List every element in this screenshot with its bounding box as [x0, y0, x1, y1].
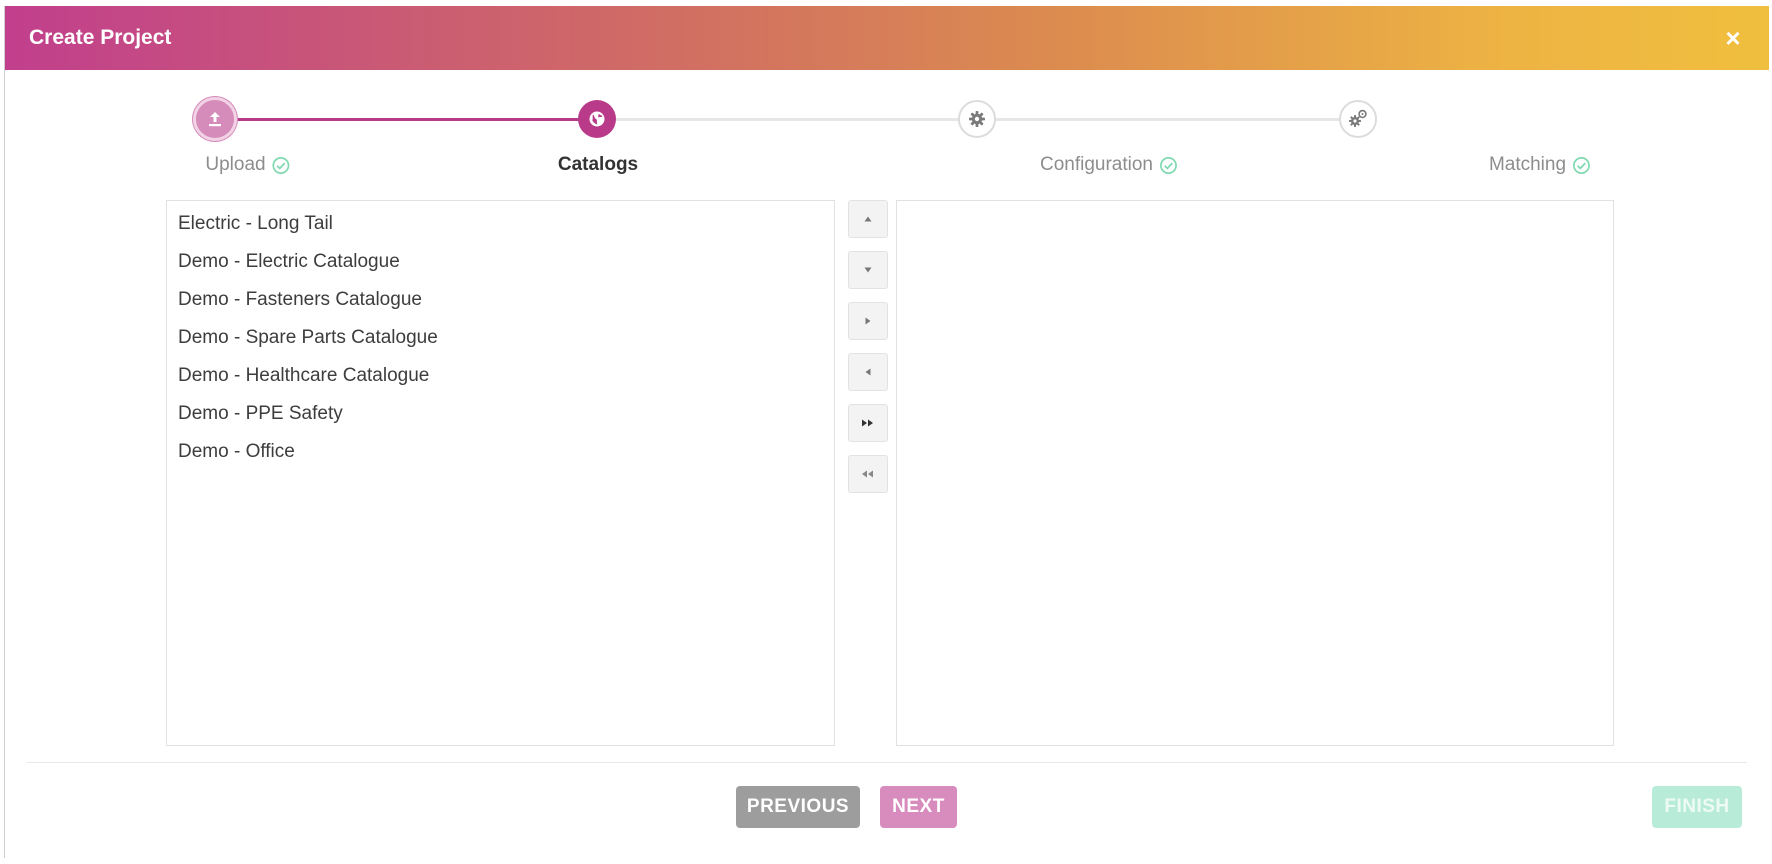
- step-matching-node[interactable]: [1339, 100, 1377, 138]
- close-icon[interactable]: ×: [1719, 23, 1747, 53]
- previous-button[interactable]: PREVIOUS: [736, 786, 860, 828]
- selected-catalogs-list[interactable]: [896, 200, 1614, 746]
- move-left-button[interactable]: [848, 353, 888, 391]
- available-catalogs-list[interactable]: Electric - Long Tail Demo - Electric Cat…: [166, 200, 835, 746]
- triangle-left-icon: [865, 368, 871, 376]
- list-item[interactable]: Demo - Fasteners Catalogue: [167, 281, 834, 319]
- dialog-header: Create Project ×: [5, 6, 1769, 70]
- list-item[interactable]: Demo - Healthcare Catalogue: [167, 357, 834, 395]
- double-left-icon: [862, 470, 873, 478]
- gear-icon: [969, 111, 985, 127]
- list-item[interactable]: Electric - Long Tail: [167, 205, 834, 243]
- check-circle-icon: [1573, 156, 1591, 174]
- check-circle-icon: [272, 156, 290, 174]
- gears-icon: [1349, 109, 1367, 127]
- step-catalogs-label[interactable]: Catalogs: [558, 154, 638, 176]
- move-buttons-group: [848, 200, 888, 506]
- create-project-dialog: Create Project × Upload Catalogs Configu…: [4, 6, 1769, 858]
- step-configuration-node[interactable]: [958, 100, 996, 138]
- finish-button[interactable]: FINISH: [1652, 786, 1742, 828]
- triangle-down-icon: [864, 267, 872, 273]
- move-all-left-button[interactable]: [848, 455, 888, 493]
- check-circle-icon: [1160, 156, 1177, 174]
- stepper: Upload Catalogs Configuration Matching: [5, 70, 1769, 190]
- step-catalogs-node[interactable]: [578, 100, 616, 138]
- next-button[interactable]: NEXT: [880, 786, 957, 828]
- globe-icon: [589, 111, 605, 127]
- upload-icon: [209, 112, 221, 127]
- list-item[interactable]: Demo - Office: [167, 433, 834, 471]
- step-upload-node[interactable]: [193, 97, 237, 141]
- move-all-right-button[interactable]: [848, 404, 888, 442]
- move-up-button[interactable]: [848, 200, 888, 238]
- triangle-up-icon: [864, 216, 872, 222]
- move-right-button[interactable]: [848, 302, 888, 340]
- list-item[interactable]: Demo - PPE Safety: [167, 395, 834, 433]
- step-matching-label[interactable]: Matching: [1489, 154, 1591, 176]
- footer-divider: [27, 762, 1747, 763]
- move-down-button[interactable]: [848, 251, 888, 289]
- step-upload-label[interactable]: Upload: [205, 154, 290, 176]
- step-configuration-label[interactable]: Configuration: [1040, 154, 1178, 176]
- dialog-title: Create Project: [29, 26, 172, 49]
- list-item[interactable]: Demo - Spare Parts Catalogue: [167, 319, 834, 357]
- double-right-icon: [862, 419, 873, 427]
- step-track-completed: [215, 118, 595, 121]
- list-item[interactable]: Demo - Electric Catalogue: [167, 243, 834, 281]
- triangle-right-icon: [865, 317, 871, 325]
